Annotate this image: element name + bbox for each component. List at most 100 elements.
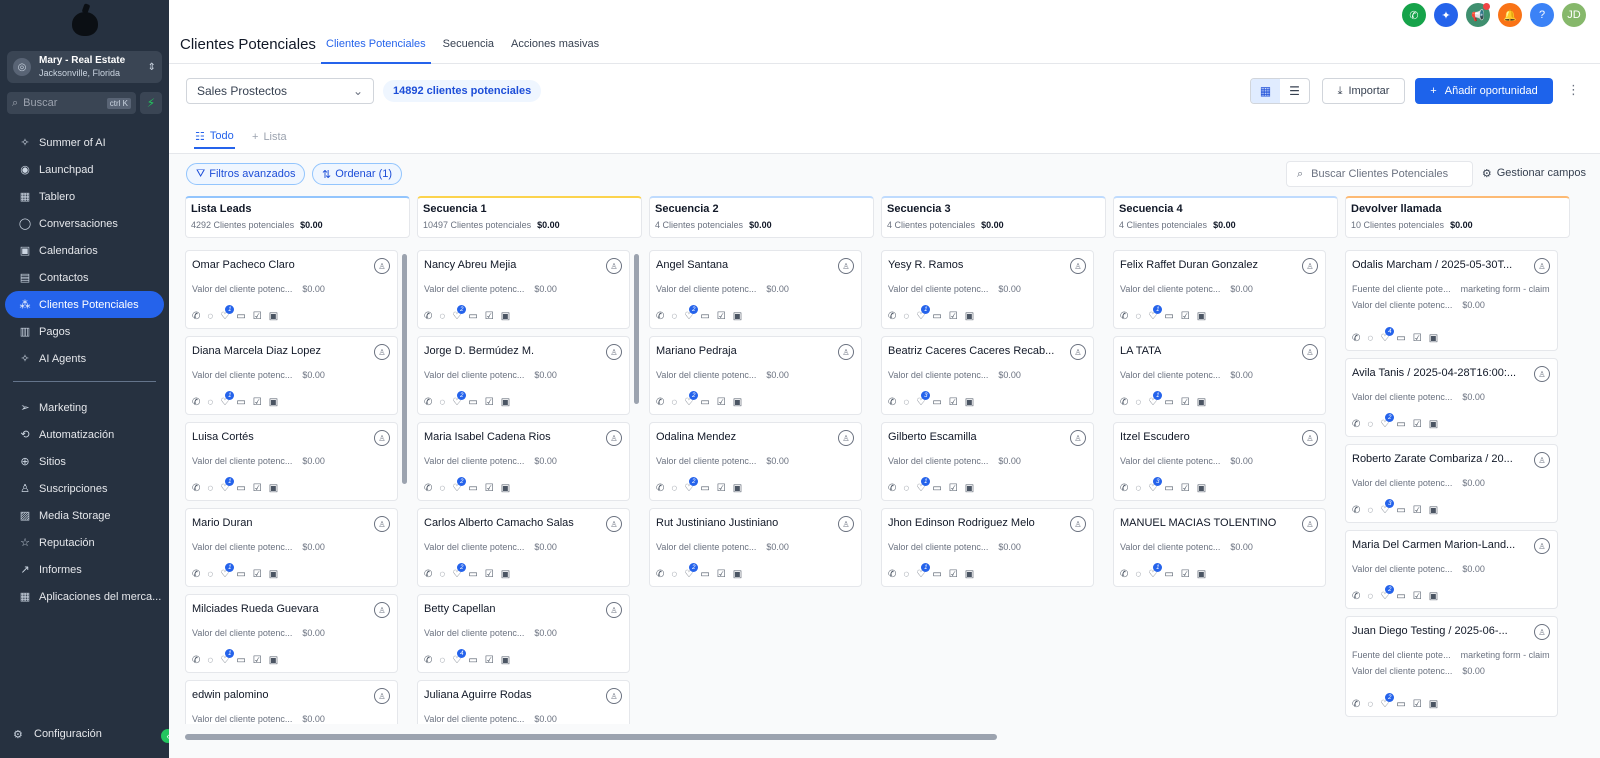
document-icon[interactable]: ▭ — [1396, 333, 1405, 344]
assign-user-icon[interactable]: ♙ — [374, 688, 390, 704]
document-icon[interactable]: ▭ — [700, 311, 709, 322]
chat-icon[interactable]: ◌ — [903, 311, 909, 322]
bell-icon[interactable]: 🔔 — [1498, 3, 1522, 27]
assign-user-icon[interactable]: ♙ — [374, 344, 390, 360]
advanced-filters-button[interactable]: ⛛ Filtros avanzados — [186, 163, 306, 185]
tag-icon[interactable]: ♡ 1 — [220, 305, 235, 322]
assign-user-icon[interactable]: ♙ — [1070, 430, 1086, 446]
assign-user-icon[interactable]: ♙ — [838, 430, 854, 446]
sidebar-item-reputación[interactable]: ☆ Reputación — [5, 529, 164, 556]
phone-icon[interactable]: ✆ — [192, 483, 200, 494]
document-icon[interactable]: ▭ — [700, 569, 709, 580]
tag-icon[interactable]: ♡ 1 — [916, 305, 931, 322]
sidebar-item-media-storage[interactable]: ▨ Media Storage — [5, 502, 164, 529]
phone-icon[interactable]: ✆ — [1352, 591, 1360, 602]
chat-icon[interactable]: ◌ — [1367, 333, 1373, 344]
sidebar-item-clientes-potenciales[interactable]: ⁂ Clientes Potenciales — [5, 291, 164, 318]
phone-icon[interactable]: ✆ — [1120, 569, 1128, 580]
chat-icon[interactable]: ◌ — [1135, 311, 1141, 322]
calendar-icon[interactable]: ▣ — [1197, 311, 1206, 322]
chat-icon[interactable]: ◌ — [671, 397, 677, 408]
task-icon[interactable]: ☑ — [717, 397, 726, 408]
assign-user-icon[interactable]: ♙ — [606, 344, 622, 360]
assign-user-icon[interactable]: ♙ — [1534, 538, 1550, 554]
assign-user-icon[interactable]: ♙ — [838, 344, 854, 360]
horizontal-scrollbar[interactable] — [185, 734, 1580, 742]
task-icon[interactable]: ☑ — [253, 569, 262, 580]
column-header[interactable]: Lista Leads 4292 Clientes potenciales $0.0… — [185, 196, 410, 238]
lead-card[interactable]: Maria Del Carmen Marion-Land... ♙ Valor de… — [1345, 530, 1558, 609]
column-header[interactable]: Secuencia 2 4 Clientes potenciales $0.00 — [649, 196, 874, 238]
column-header[interactable]: Secuencia 3 4 Clientes potenciales $0.00 — [881, 196, 1106, 238]
lead-card[interactable]: Milciades Rueda Guevara ♙ Valor del client… — [185, 594, 398, 673]
document-icon[interactable]: ▭ — [236, 569, 245, 580]
calendar-icon[interactable]: ▣ — [1197, 569, 1206, 580]
lead-card[interactable]: Luisa Cortés ♙ Valor del cliente potenc...… — [185, 422, 398, 501]
assign-user-icon[interactable]: ♙ — [1302, 258, 1318, 274]
chat-icon[interactable]: ◌ — [1367, 699, 1373, 710]
chat-icon[interactable]: ◌ — [207, 569, 213, 580]
lead-card[interactable]: Jhon Edinson Rodriguez Melo ♙ Valor del cl… — [881, 508, 1094, 587]
sidebar-item-ai-agents[interactable]: ✧ AI Agents — [5, 345, 164, 372]
list-view-icon[interactable]: ☰ — [1280, 79, 1309, 103]
task-icon[interactable]: ☑ — [485, 569, 494, 580]
phone-icon[interactable]: ✆ — [424, 397, 432, 408]
calendar-icon[interactable]: ▣ — [733, 397, 742, 408]
calendar-icon[interactable]: ▣ — [733, 311, 742, 322]
document-icon[interactable]: ▭ — [468, 311, 477, 322]
column-header[interactable]: Secuencia 4 4 Clientes potenciales $0.00 — [1113, 196, 1338, 238]
import-button[interactable]: ⤓ Importar — [1322, 78, 1405, 104]
lead-card[interactable]: Jorge D. Bermúdez M. ♙ Valor del cliente p… — [417, 336, 630, 415]
phone-icon[interactable]: ✆ — [888, 311, 896, 322]
column-scrollbar[interactable] — [401, 254, 408, 716]
add-opportunity-button[interactable]: + Añadir oportunidad — [1415, 78, 1553, 104]
document-icon[interactable]: ▭ — [932, 483, 941, 494]
calendar-icon[interactable]: ▣ — [1429, 591, 1438, 602]
calendar-icon[interactable]: ▣ — [1197, 397, 1206, 408]
document-icon[interactable]: ▭ — [1396, 419, 1405, 430]
calendar-icon[interactable]: ▣ — [965, 397, 974, 408]
grid-view-icon[interactable]: ▦ — [1251, 79, 1280, 103]
phone-icon[interactable]: ✆ — [424, 483, 432, 494]
calendar-icon[interactable]: ▣ — [269, 569, 278, 580]
phone-icon[interactable]: ✆ — [1120, 397, 1128, 408]
assign-user-icon[interactable]: ♙ — [838, 516, 854, 532]
sort-button[interactable]: ⇅ Ordenar (1) — [312, 163, 403, 185]
tag-icon[interactable]: ♡ 2 — [452, 391, 467, 408]
task-icon[interactable]: ☑ — [253, 397, 262, 408]
phone-icon[interactable]: ✆ — [656, 483, 664, 494]
calendar-icon[interactable]: ▣ — [1429, 505, 1438, 516]
assign-user-icon[interactable]: ♙ — [1070, 258, 1086, 274]
assign-user-icon[interactable]: ♙ — [606, 688, 622, 704]
assign-user-icon[interactable]: ♙ — [606, 430, 622, 446]
phone-icon[interactable]: ✆ — [424, 655, 432, 666]
lead-card[interactable]: Juan Diego Testing / 2025-06-... ♙ Fuente … — [1345, 616, 1558, 717]
tag-icon[interactable]: ♡ 2 — [452, 477, 467, 494]
phone-icon[interactable]: ✆ — [888, 397, 896, 408]
chat-icon[interactable]: ◌ — [671, 311, 677, 322]
lead-card[interactable]: Carlos Alberto Camacho Salas ♙ Valor del c… — [417, 508, 630, 587]
lead-card[interactable]: Odalis Marcham / 2025-05-30T... ♙ Fuente d… — [1345, 250, 1558, 351]
assign-user-icon[interactable]: ♙ — [606, 516, 622, 532]
document-icon[interactable]: ▭ — [1396, 699, 1405, 710]
subtab-all[interactable]: ☷ Todo — [194, 125, 235, 149]
calendar-icon[interactable]: ▣ — [501, 569, 510, 580]
tab-acciones-masivas[interactable]: Acciones masivas — [506, 38, 604, 64]
calendar-icon[interactable]: ▣ — [269, 397, 278, 408]
chat-icon[interactable]: ◌ — [1367, 591, 1373, 602]
chat-icon[interactable]: ◌ — [439, 569, 445, 580]
document-icon[interactable]: ▭ — [1396, 505, 1405, 516]
task-icon[interactable]: ☑ — [1181, 569, 1190, 580]
lead-card[interactable]: Felix Raffet Duran Gonzalez ♙ Valor del cl… — [1113, 250, 1326, 329]
assign-user-icon[interactable]: ♙ — [606, 258, 622, 274]
sidebar-item-informes[interactable]: ↗ Informes — [5, 556, 164, 583]
chat-icon[interactable]: ◌ — [1135, 569, 1141, 580]
task-icon[interactable]: ☑ — [717, 311, 726, 322]
assign-user-icon[interactable]: ♙ — [838, 258, 854, 274]
phone-icon[interactable]: ✆ — [424, 569, 432, 580]
document-icon[interactable]: ▭ — [932, 569, 941, 580]
phone-icon[interactable]: ✆ — [1120, 311, 1128, 322]
sidebar-item-conversaciones[interactable]: ◯ Conversaciones — [5, 210, 164, 237]
task-icon[interactable]: ☑ — [1181, 483, 1190, 494]
tag-icon[interactable]: ♡ 4 — [452, 649, 467, 666]
